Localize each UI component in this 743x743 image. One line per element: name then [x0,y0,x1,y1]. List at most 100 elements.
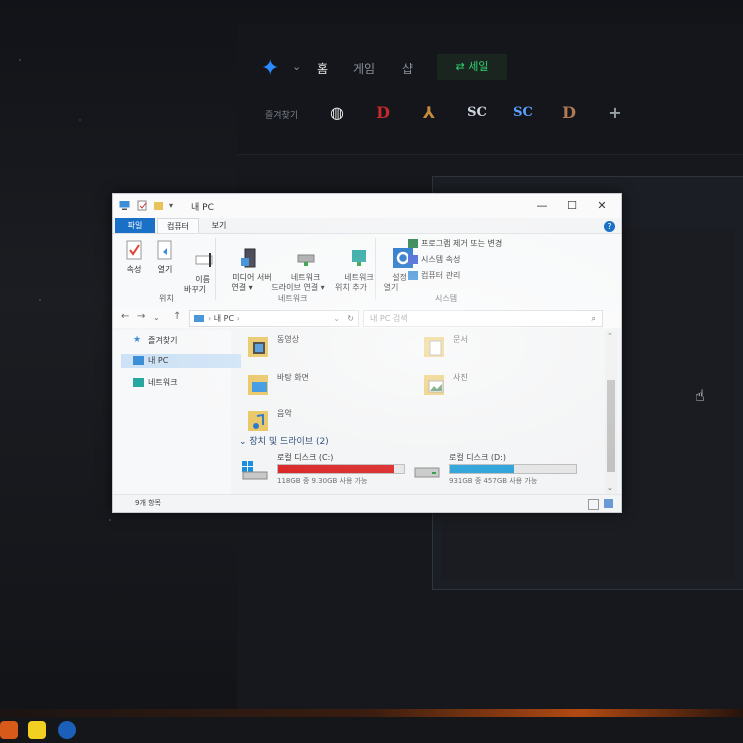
back-arrow-icon[interactable]: ← [121,311,129,322]
open-icon [157,240,172,260]
address-box[interactable]: › 내 PC › ⌄ ↻ [189,310,359,327]
diablo-3-icon[interactable]: D [369,100,397,126]
folder-music[interactable]: 음악 [247,406,397,436]
rename-button[interactable]: 이름 바꾸기 [179,240,213,305]
forward-arrow-icon[interactable]: → [137,311,145,322]
navigation-pane: ★ 즐겨찾기 내 PC 네트워크 [113,330,241,494]
hard-drive-icon [414,467,440,478]
nav-this-pc-label: 내 PC [148,356,169,365]
open-settings-button[interactable]: 설정 열기 [377,238,414,303]
folder-label: 바탕 화면 [277,373,309,382]
sale-button[interactable]: ⇄ 세일 [437,54,507,80]
properties-icon[interactable] [137,200,148,211]
computer-icon [119,201,130,210]
taskbar-app-icon[interactable] [0,721,18,739]
drives-section-label: 장치 및 드라이브 (2) [249,437,329,447]
computer-management-button[interactable]: 컴퓨터 관리 [408,270,460,281]
folder-documents[interactable]: 문서 [423,332,573,362]
ribbon-separator [215,238,216,300]
window-title: 내 PC [191,203,214,213]
drive-d-usage-bar [449,464,577,474]
tab-computer[interactable]: 컴퓨터 [157,218,199,234]
hand-cursor-icon: ☝ [695,386,705,405]
chevron-down-icon[interactable]: ⌄ [292,60,301,73]
details-view-icon[interactable] [588,499,599,510]
nav-network-label: 네트워크 [148,378,178,387]
drive-c-usage-fill [278,465,394,473]
add-network-location-label: 네트워크 위치 추가 [335,273,374,292]
hots-icon[interactable]: ⅄ [415,100,443,126]
nav-favorites[interactable]: ★ 즐겨찾기 [133,334,177,348]
ribbon-tabs: 파일 컴퓨터 보기 [113,218,621,234]
overwatch-icon[interactable]: ◍ [323,100,351,126]
media-server-button[interactable]: 미디어 서버 연결 ▾ [217,238,272,303]
up-arrow-icon[interactable]: ↑ [173,311,181,322]
network-location-icon [351,250,366,266]
drive-c[interactable]: 로컬 디스크 (C:) 118GB 중 9.30GB 사용 가능 [241,452,411,488]
computer-management-label: 컴퓨터 관리 [421,271,461,280]
system-properties-icon [408,255,418,264]
nav-shop[interactable]: 샵 [402,60,413,77]
nav-home[interactable]: 홈 [317,60,328,77]
scrollbar-thumb[interactable] [607,380,615,472]
starcraft-2-icon[interactable]: SC [509,100,537,126]
folder-label: 동영상 [277,335,300,344]
drives-section-header[interactable]: ⌄ 장치 및 드라이브 (2) [239,434,329,447]
rename-label: 이름 바꾸기 [183,275,210,294]
title-bar[interactable]: ▾ 내 PC — ☐ ✕ [113,194,621,218]
properties-button[interactable]: 속성 [119,240,149,275]
computer-management-icon [408,271,418,280]
group-system: 시스템 [435,294,458,303]
scroll-up-icon[interactable]: ⌃ [607,332,613,340]
refresh-icon[interactable]: ↻ [347,311,354,326]
folder-desktop[interactable]: 바탕 화면 [247,370,397,400]
search-icon: ⌕ [591,314,596,323]
system-properties-button[interactable]: 시스템 속성 [408,254,460,265]
close-button[interactable]: ✕ [587,198,617,214]
add-network-location-button[interactable]: 네트워크 위치 추가 [329,238,374,303]
computer-small-icon [194,315,204,322]
folder-label: 음악 [277,409,292,418]
vertical-scrollbar[interactable]: ⌃ ⌄ [605,330,617,494]
kakaotalk-icon[interactable] [28,721,46,739]
sale-icon: ⇄ [455,60,469,73]
status-bar: 9개 항목 [113,494,621,512]
search-input[interactable]: 내 PC 검색 ⌕ [363,310,603,327]
uninstall-program-button[interactable]: 프로그램 제거 또는 변경 [408,238,502,249]
item-count: 9개 항목 [135,499,161,507]
help-icon[interactable]: ? [604,221,615,232]
folder-videos[interactable]: 동영상 [247,332,397,362]
documents-folder-icon [424,337,444,357]
starcraft-icon[interactable]: SC [463,100,491,126]
diablo-2-icon[interactable]: D [555,100,583,126]
computer-icon [133,356,144,365]
nav-this-pc[interactable]: 내 PC [121,354,241,368]
favorites-label: 즐겨찾기 [265,111,299,121]
battlenet-taskbar-icon[interactable] [58,721,76,739]
add-game-button[interactable]: + [601,100,629,126]
breadcrumb-chevron-icon: › [234,314,240,323]
tab-file[interactable]: 파일 [115,218,155,233]
map-network-drive-label: 네트워크 드라이브 연결 ▾ [271,273,325,292]
recent-chevron-icon[interactable]: ⌄ [153,313,160,322]
quick-access-chevron-icon[interactable]: ▾ [169,200,180,211]
nav-games[interactable]: 게임 [353,60,375,77]
file-list: 동영상 문서 바탕 화면 사진 음악 ⌄ 장치 및 드라이브 (2) 로컬 디스… [233,330,605,494]
tab-view[interactable]: 보기 [201,218,237,233]
network-drive-icon [297,254,315,266]
rename-icon [195,253,213,267]
open-button[interactable]: 열기 [151,240,179,275]
maximize-button[interactable]: ☐ [557,198,587,214]
nav-network[interactable]: 네트워크 [133,376,177,390]
launcher-header: ✦ ⌄ 홈 게임 샵 ⇄ 세일 즐겨찾기 ◍ D ⅄ SC SC D + [237,24,743,155]
folder-pictures[interactable]: 사진 [423,370,573,400]
drive-d[interactable]: 로컬 디스크 (D:) 931GB 중 457GB 사용 가능 [413,452,583,488]
properties-check-icon [126,240,142,260]
taskbar [0,717,743,743]
scroll-down-icon[interactable]: ⌄ [607,484,613,492]
new-folder-icon[interactable] [153,200,164,211]
address-dropdown-icon[interactable]: ⌄ [333,311,340,326]
battlenet-logo-icon[interactable]: ✦ [261,57,287,81]
large-icons-view-icon[interactable] [604,499,613,508]
minimize-button[interactable]: — [527,198,557,214]
